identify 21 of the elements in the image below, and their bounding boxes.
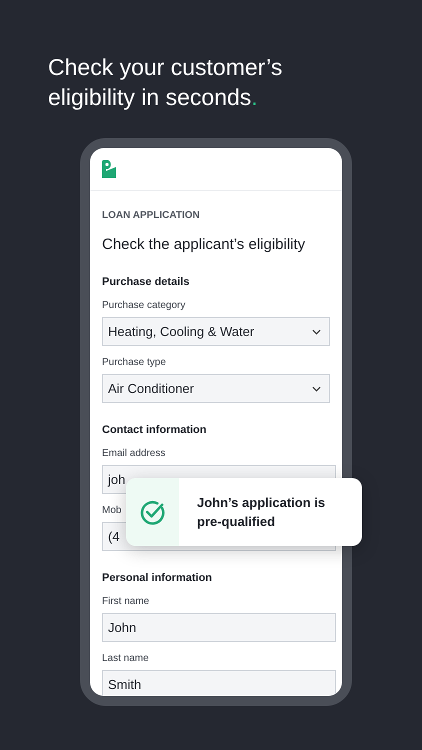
section-heading: Personal information (102, 571, 214, 585)
check-circle-icon (139, 498, 166, 526)
logo-icon (102, 160, 116, 178)
headline: Check your customer’s eligibility in seconds. (47, 53, 284, 112)
dropdown[interactable]: Air Conditioner (102, 374, 330, 403)
chevron-down-icon (312, 328, 321, 334)
field-label: Email address (102, 447, 166, 461)
page-title: Check the applicant’s eligibility (102, 235, 306, 255)
field-label: Mob (102, 504, 122, 518)
input-field[interactable]: John (102, 613, 336, 642)
input-field[interactable]: Smith (102, 670, 336, 696)
toast-message: John’s application is pre-qualified (196, 494, 326, 531)
section-heading: Purchase details (102, 275, 190, 289)
field-label: Last name (102, 652, 149, 666)
dropdown[interactable]: Heating, Cooling & Water (102, 317, 330, 346)
field-label: Purchase category (102, 299, 186, 313)
section-heading: Contact information (102, 423, 208, 437)
chevron-down-icon (312, 386, 321, 392)
field-label: First name (102, 595, 150, 609)
section-label: LOAN APPLICATION (102, 209, 201, 223)
field-label: Purchase type (102, 356, 166, 370)
